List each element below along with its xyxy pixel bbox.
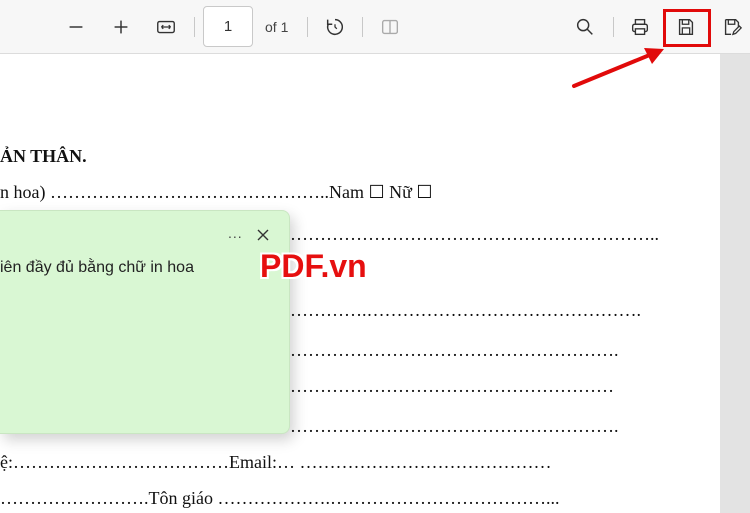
close-comment-button[interactable] xyxy=(253,225,273,245)
close-icon xyxy=(257,229,269,241)
fit-width-button[interactable] xyxy=(148,9,184,45)
text-line: ………………………………………………. xyxy=(290,416,619,436)
more-options-button[interactable]: ... xyxy=(228,225,243,241)
save-as-icon xyxy=(724,18,743,36)
minus-icon xyxy=(69,26,83,28)
printer-icon xyxy=(631,18,649,36)
watermark-logo: PDF.vn xyxy=(260,248,367,284)
plus-icon xyxy=(114,20,128,34)
comment-note[interactable]: ... iên đầy đủ bằng chữ in hoa xyxy=(0,210,290,434)
text-line: …………………………………………………….. xyxy=(290,224,659,244)
toolbar-divider xyxy=(194,17,195,37)
page-total-label: of 1 xyxy=(265,19,289,35)
annotation-arrow xyxy=(572,48,664,88)
rotate-icon xyxy=(326,18,344,35)
section-heading: ẢN THÂN. xyxy=(0,146,87,166)
scrollbar-track[interactable] xyxy=(720,54,750,513)
save-as-button[interactable] xyxy=(714,9,750,45)
page-view-button[interactable] xyxy=(372,9,408,45)
toolbar-divider xyxy=(613,17,614,37)
rotate-button[interactable] xyxy=(317,9,353,45)
text-line: ………………………………………………. xyxy=(290,340,619,360)
zoom-out-button[interactable] xyxy=(58,9,94,45)
save-button-highlight xyxy=(663,9,711,47)
text-line: n hoa) ………………………………………..Nam ☐ Nữ ☐ xyxy=(0,182,433,202)
comment-text[interactable]: iên đầy đủ bằng chữ in hoa xyxy=(0,259,194,277)
text-line: ệ:………………………………Email:… …………………………………… xyxy=(0,452,552,472)
toolbar-divider xyxy=(362,17,363,37)
text-line: ……………………………………………… xyxy=(290,376,614,396)
zoom-in-button[interactable] xyxy=(103,9,139,45)
page-view-icon xyxy=(381,19,399,35)
text-line: ………….………………………………………. xyxy=(290,300,641,320)
toolbar-divider xyxy=(307,17,308,37)
fit-width-icon xyxy=(157,20,175,34)
page-number-input[interactable] xyxy=(203,6,253,47)
text-line: …………………….Tôn giáo ……………….………………………………... xyxy=(0,488,560,508)
search-icon xyxy=(576,18,593,35)
